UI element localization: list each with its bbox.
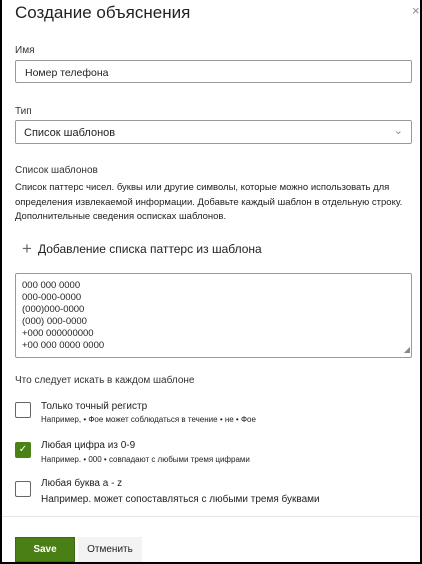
create-explanation-dialog: Создание объяснения × Имя Номер телефона… xyxy=(2,0,420,562)
option-title: Любая цифра из 0-9 xyxy=(41,440,136,451)
patterns-label: Список шаблонов xyxy=(15,165,98,176)
option-title: Только точный регистр xyxy=(41,401,148,412)
close-icon[interactable]: × xyxy=(412,3,420,18)
plus-icon: + xyxy=(22,239,32,258)
name-input[interactable]: Номер телефона xyxy=(15,60,412,83)
save-button[interactable]: Save xyxy=(15,537,75,562)
pattern-line: (000) 000-0000 xyxy=(22,316,87,327)
type-value: Список шаблонов xyxy=(24,127,116,139)
exact-case-checkbox[interactable] xyxy=(15,402,31,418)
pattern-line: +00 000 0000 0000 xyxy=(22,340,105,351)
pattern-line: 000 000 0000 xyxy=(22,280,81,291)
type-select[interactable]: Список шаблонов ⌄ xyxy=(15,120,412,144)
pattern-line: (000)000-0000 xyxy=(22,304,85,315)
add-pattern-label: Добавление списка паттерс из шаблона xyxy=(37,242,262,256)
cancel-button[interactable]: Отменить xyxy=(78,537,142,562)
option-title: Любая буква a - z xyxy=(41,478,123,489)
chevron-down-icon: ⌄ xyxy=(393,125,403,137)
patterns-description: Список паттерс чисел. буквы или другие с… xyxy=(15,182,403,222)
footer-divider xyxy=(2,516,420,517)
any-letter-checkbox[interactable] xyxy=(15,481,31,497)
name-label: Имя xyxy=(15,45,35,56)
type-label: Тип xyxy=(15,106,32,117)
options-label: Что следует искать в каждом шаблоне xyxy=(15,375,195,386)
checkmark-icon: ✓ xyxy=(18,444,28,455)
option-sub: Например. • 000 • совпадают с любыми тре… xyxy=(41,455,250,464)
dialog-title: Создание объяснения xyxy=(15,3,191,22)
resize-grip-icon[interactable]: ◢ xyxy=(404,344,410,356)
option-sub: Например, • Фое может соблюдаться в тече… xyxy=(41,415,256,424)
pattern-line: +000 000000000 xyxy=(22,328,94,339)
any-digit-checkbox[interactable]: ✓ xyxy=(15,442,31,458)
patterns-textarea[interactable]: 000 000 0000 000-000-0000 (000)000-0000 … xyxy=(15,273,412,358)
add-pattern-from-template-button[interactable]: + Добавление списка паттерс из шаблона xyxy=(22,239,262,259)
pattern-line: 000-000-0000 xyxy=(22,292,82,303)
option-sub: Например. может сопоставляться с любыми … xyxy=(41,494,320,505)
